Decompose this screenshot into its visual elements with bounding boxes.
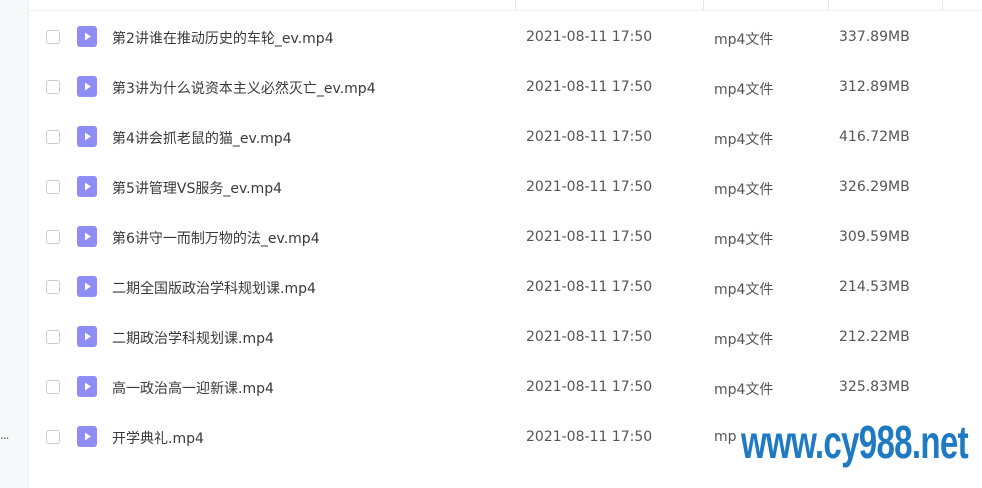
row-checkbox[interactable]: [46, 180, 60, 194]
file-name[interactable]: 第5讲管理VS服务_ev.mp4: [112, 178, 282, 198]
file-date: 2021-08-11 17:50: [526, 79, 653, 95]
file-type: mp4文件: [714, 332, 774, 348]
row-checkbox[interactable]: [46, 330, 60, 344]
file-size: 214.53MB: [839, 279, 910, 295]
file-type: mp4文件: [714, 182, 774, 198]
row-checkbox[interactable]: [46, 30, 60, 44]
row-checkbox[interactable]: [46, 280, 60, 294]
file-name[interactable]: 高一政治高一迎新课.mp4: [112, 378, 274, 398]
file-row[interactable]: 第2讲谁在推动历史的车轮_ev.mp4 2021-08-11 17:50 mp4…: [29, 13, 982, 63]
column-divider[interactable]: [942, 0, 943, 10]
video-play-icon: [77, 326, 97, 347]
file-name[interactable]: 第2讲谁在推动历史的车轮_ev.mp4: [112, 28, 334, 48]
file-row[interactable]: 高一政治高一迎新课.mp4 2021-08-11 17:50 mp4文件 325…: [29, 363, 982, 413]
row-checkbox[interactable]: [46, 430, 60, 444]
video-play-icon: [77, 26, 97, 47]
file-row[interactable]: 二期政治学科规划课.mp4 2021-08-11 17:50 mp4文件 212…: [29, 313, 982, 363]
row-checkbox[interactable]: [46, 230, 60, 244]
file-type: mp4文件: [714, 132, 774, 148]
file-date: 2021-08-11 17:50: [526, 379, 653, 395]
file-type: mp4文件: [714, 382, 774, 398]
column-divider[interactable]: [515, 0, 516, 10]
video-play-icon: [77, 426, 97, 447]
column-divider[interactable]: [703, 0, 704, 10]
file-size: 312.89MB: [839, 79, 910, 95]
video-play-icon: [77, 276, 97, 297]
file-name[interactable]: 第4讲会抓老鼠的猫_ev.mp4: [112, 128, 292, 148]
file-name[interactable]: 第3讲为什么说资本主义必然灭亡_ev.mp4: [112, 78, 376, 98]
video-play-icon: [77, 226, 97, 247]
file-row[interactable]: 第3讲为什么说资本主义必然灭亡_ev.mp4 2021-08-11 17:50 …: [29, 63, 982, 113]
column-divider[interactable]: [828, 0, 829, 10]
file-name[interactable]: 二期全国版政治学科规划课.mp4: [112, 278, 316, 298]
video-play-icon: [77, 126, 97, 147]
watermark: www.cy988.net: [741, 414, 969, 470]
file-size: 309.59MB: [839, 229, 910, 245]
file-date: 2021-08-11 17:50: [526, 179, 653, 195]
file-type: mp: [714, 429, 737, 445]
file-date: 2021-08-11 17:50: [526, 29, 653, 45]
file-row[interactable]: 第6讲守一而制万物的法_ev.mp4 2021-08-11 17:50 mp4文…: [29, 213, 982, 263]
file-name[interactable]: 第6讲守一而制万物的法_ev.mp4: [112, 228, 320, 248]
file-size: 326.29MB: [839, 179, 910, 195]
file-date: 2021-08-11 17:50: [526, 229, 653, 245]
video-play-icon: [77, 76, 97, 97]
file-row[interactable]: 第5讲管理VS服务_ev.mp4 2021-08-11 17:50 mp4文件 …: [29, 163, 982, 213]
row-checkbox[interactable]: [46, 380, 60, 394]
file-list: 第2讲谁在推动历史的车轮_ev.mp4 2021-08-11 17:50 mp4…: [29, 13, 982, 463]
video-play-icon: [77, 176, 97, 197]
file-name[interactable]: 开学典礼.mp4: [112, 428, 204, 448]
file-size: 212.22MB: [839, 329, 910, 345]
file-name[interactable]: 二期政治学科规划课.mp4: [112, 328, 274, 348]
file-date: 2021-08-11 17:50: [526, 129, 653, 145]
video-play-icon: [77, 376, 97, 397]
file-row[interactable]: 二期全国版政治学科规划课.mp4 2021-08-11 17:50 mp4文件 …: [29, 263, 982, 313]
left-sidebar: ...: [0, 0, 29, 488]
row-checkbox[interactable]: [46, 80, 60, 94]
file-size: 416.72MB: [839, 129, 910, 145]
watermark-text: www.cy988.net: [741, 416, 969, 468]
file-size: 337.89MB: [839, 29, 910, 45]
file-type: mp4文件: [714, 282, 774, 298]
row-checkbox[interactable]: [46, 130, 60, 144]
file-row[interactable]: 第4讲会抓老鼠的猫_ev.mp4 2021-08-11 17:50 mp4文件 …: [29, 113, 982, 163]
file-date: 2021-08-11 17:50: [526, 429, 653, 445]
column-header: [29, 0, 982, 11]
file-type: mp4文件: [714, 232, 774, 248]
file-date: 2021-08-11 17:50: [526, 329, 653, 345]
file-type: mp4文件: [714, 32, 774, 48]
file-size: 325.83MB: [839, 379, 910, 395]
file-type: mp4文件: [714, 82, 774, 98]
sidebar-truncated-text: ...: [0, 428, 10, 442]
file-date: 2021-08-11 17:50: [526, 279, 653, 295]
